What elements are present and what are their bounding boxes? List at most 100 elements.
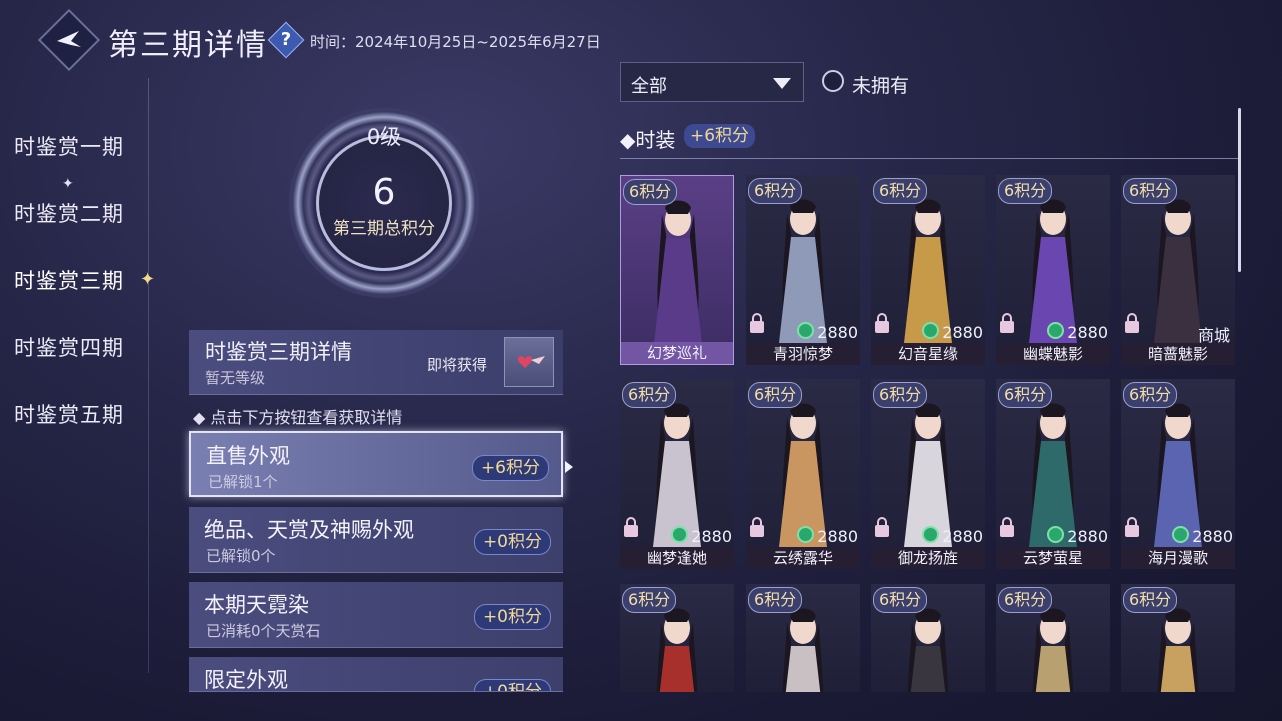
costume-card[interactable]: 6积分 2880 幽梦逢她	[620, 379, 734, 569]
price-value: 2880	[1067, 527, 1108, 546]
jade-coin-icon	[1047, 526, 1065, 543]
character-figure-icon	[1157, 608, 1199, 692]
price-value: 2880	[817, 323, 858, 342]
price-tag: 2880	[1047, 322, 1108, 342]
row-limited[interactable]: 限定外观 +0积分	[189, 657, 563, 692]
dropdown-value: 全部	[631, 76, 667, 97]
points-badge: 6积分	[622, 587, 677, 613]
points-badge: 6积分	[873, 587, 928, 613]
costume-card[interactable]: 6积分 2880 海月漫歌	[1121, 379, 1235, 569]
price-tag: 2880	[1172, 526, 1233, 546]
character-figure-icon	[907, 608, 949, 692]
character-figure-icon	[1029, 403, 1077, 547]
total-score: 6	[372, 172, 396, 213]
costume-card[interactable]: 6积分 2880 幽蝶魅影	[996, 175, 1110, 365]
price-value: 2880	[942, 527, 983, 546]
row-dye[interactable]: 本期天霓染 已消耗0个天赏石 +0积分	[189, 582, 563, 648]
sparkle-icon: ✦	[62, 176, 74, 192]
character-figure-icon	[1154, 403, 1202, 547]
nav-item-period-2[interactable]: 时鉴赏二期	[14, 198, 124, 228]
row-direct-sale[interactable]: 直售外观 已解锁1个 +6积分	[189, 431, 563, 497]
costume-card[interactable]: 6积分 2880 御龙扬旌	[871, 379, 985, 569]
lock-icon	[1000, 517, 1014, 537]
section-divider	[620, 158, 1238, 159]
character-figure-icon	[779, 199, 827, 343]
points-badge: 6积分	[748, 382, 803, 408]
detail-title: 时鉴赏三期详情	[205, 340, 352, 364]
category-dropdown[interactable]: 全部	[620, 62, 804, 102]
nav-item-period-4[interactable]: 时鉴赏四期	[14, 332, 124, 362]
row-subtitle: 已解锁1个	[208, 473, 278, 491]
price-tag: 2880	[797, 526, 858, 546]
active-marker-icon: ✦	[140, 269, 156, 290]
row-selected-arrow-icon	[565, 461, 573, 473]
heart-wings-icon	[517, 356, 545, 368]
points-badge: 6积分	[998, 178, 1053, 204]
costume-name: 幻梦巡礼	[621, 342, 733, 364]
costume-card[interactable]: 6积分 2880 青羽惊梦	[746, 175, 860, 365]
unowned-label: 未拥有	[852, 75, 910, 97]
character-figure-icon	[653, 403, 701, 547]
price-value: 2880	[942, 323, 983, 342]
jade-coin-icon	[922, 526, 940, 543]
points-badge: +0积分	[473, 679, 551, 691]
lock-icon	[875, 517, 889, 537]
character-figure-icon	[1154, 199, 1202, 343]
character-figure-icon	[656, 608, 698, 692]
lock-icon	[624, 517, 638, 537]
points-badge: 6积分	[998, 587, 1053, 613]
nav-item-period-5[interactable]: 时鉴赏五期	[14, 399, 124, 429]
row-title: 直售外观	[206, 444, 290, 468]
unowned-toggle[interactable]	[822, 70, 844, 92]
points-badge: 6积分	[873, 382, 928, 408]
row-subtitle: 已消耗0个天赏石	[206, 622, 321, 640]
points-badge: 6积分	[748, 178, 803, 204]
costume-card[interactable]: 6积分	[1121, 584, 1235, 692]
costume-card[interactable]: 6积分 2880 云绣露华	[746, 379, 860, 569]
row-title: 绝品、天赏及神赐外观	[204, 518, 414, 542]
price-value: 2880	[1192, 527, 1233, 546]
hint-label: 点击下方按钮查看获取详情	[210, 408, 403, 427]
costume-card[interactable]: 6积分 幻梦巡礼	[620, 175, 734, 365]
costume-card[interactable]: 6积分	[746, 584, 860, 692]
points-badge: 6积分	[622, 382, 677, 408]
price-value: 2880	[1067, 323, 1108, 342]
costume-card[interactable]: 6积分	[871, 584, 985, 692]
question-icon: ?	[280, 29, 292, 50]
lock-icon	[1125, 517, 1139, 537]
costume-name: 青羽惊梦	[746, 343, 860, 365]
back-button[interactable]	[37, 8, 101, 72]
costume-card[interactable]: 6积分	[620, 584, 734, 692]
character-figure-icon	[1032, 608, 1074, 692]
character-figure-icon	[779, 403, 827, 547]
character-figure-icon	[782, 608, 824, 692]
costume-name: 海月漫歌	[1121, 547, 1235, 569]
jade-coin-icon	[797, 526, 815, 543]
character-figure-icon	[904, 403, 952, 547]
price-tag: 2880	[922, 322, 983, 342]
back-arrow-icon	[57, 31, 81, 47]
costume-card[interactable]: 6积分 2880 幻音星缘	[871, 175, 985, 365]
jade-coin-icon	[1172, 526, 1190, 543]
reward-item-icon[interactable]	[504, 337, 554, 387]
character-figure-icon	[1029, 199, 1077, 343]
costume-card[interactable]: 6积分 2880 云梦萤星	[996, 379, 1110, 569]
help-button[interactable]: ?	[267, 21, 305, 59]
row-title: 本期天霓染	[204, 593, 309, 617]
points-badge: +0积分	[473, 529, 551, 555]
jade-coin-icon	[671, 526, 689, 543]
price-tag: 2880	[797, 322, 858, 342]
costume-card[interactable]: 6积分 商城 暗蔷魅影	[1121, 175, 1235, 365]
points-badge: 6积分	[1123, 587, 1178, 613]
character-figure-icon	[654, 200, 702, 344]
costume-name: 云绣露华	[746, 547, 860, 569]
points-badge: 6积分	[873, 178, 928, 204]
scrollbar[interactable]	[1238, 108, 1241, 272]
costume-card[interactable]: 6积分	[996, 584, 1110, 692]
nav-item-period-1[interactable]: 时鉴赏一期	[14, 131, 124, 161]
lock-icon	[875, 313, 889, 333]
price-tag: 2880	[671, 526, 732, 546]
period-time: 时间：2024年10月25日~2025年6月27日	[310, 33, 601, 51]
row-premium[interactable]: 绝品、天赏及神赐外观 已解锁0个 +0积分	[189, 507, 563, 573]
nav-item-period-3[interactable]: 时鉴赏三期	[14, 265, 124, 295]
